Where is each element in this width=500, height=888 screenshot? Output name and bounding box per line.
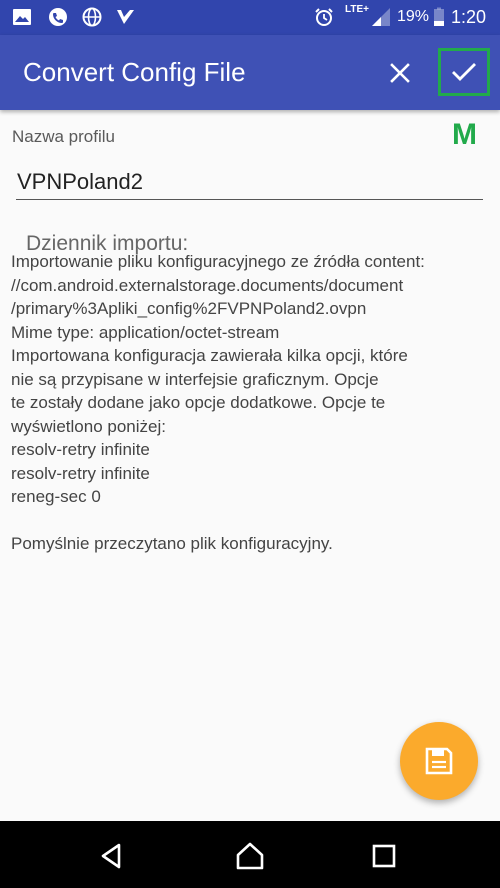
marker-label: M <box>452 118 477 151</box>
log-line: /primary%3Apliki_config%2FVPNPoland2.ovp… <box>11 299 367 318</box>
clock: 1:20 <box>451 7 487 27</box>
log-line: nie są przypisane w interfejsie graficzn… <box>11 369 379 389</box>
save-icon <box>425 747 453 775</box>
close-icon <box>390 63 410 83</box>
image-icon <box>13 9 31 25</box>
battery-percent: 19% <box>397 8 430 25</box>
globe-icon <box>82 7 102 27</box>
navigation-bar <box>0 821 500 888</box>
back-icon[interactable] <box>95 839 129 873</box>
log-line: resolv-retry infinite <box>11 463 150 483</box>
recents-icon[interactable] <box>367 839 401 873</box>
log-line: Importowana konfiguracja zawierała kilka… <box>11 346 408 365</box>
profile-name-label: Nazwa profilu <box>12 127 115 146</box>
status-bar: LTE+ 19% 1:20 <box>0 0 500 35</box>
log-line: Mime type: application/octet-stream <box>11 322 280 342</box>
home-icon[interactable] <box>233 839 267 873</box>
phone-icon <box>49 8 67 26</box>
import-log: Importowanie pliku konfiguracyjnego ze ź… <box>11 250 491 556</box>
log-line: Pomyślnie przeczytano plik konfiguracyjn… <box>11 534 333 553</box>
log-line: wyświetlono poniżej: <box>11 416 166 436</box>
alarm-icon <box>315 8 333 26</box>
log-line: Importowanie pliku konfiguracyjnego ze ź… <box>11 252 425 271</box>
confirm-button[interactable] <box>438 48 490 96</box>
log-line: //com.android.externalstorage.documents/… <box>11 275 404 295</box>
battery-icon <box>434 7 444 26</box>
log-line: reneg-sec 0 <box>11 487 101 506</box>
check-icon <box>452 63 476 81</box>
close-button[interactable] <box>381 54 419 92</box>
signal-icon <box>372 8 390 26</box>
checkmark-app-icon <box>117 10 134 24</box>
page-title: Convert Config File <box>23 57 246 87</box>
save-fab-button[interactable] <box>400 722 478 800</box>
profile-name-input[interactable] <box>16 165 483 200</box>
log-line: te zostały dodane jako opcje dodatkowe. … <box>11 393 386 412</box>
log-line: resolv-retry infinite <box>11 440 150 459</box>
network-type: LTE+ <box>345 4 369 15</box>
app-bar: Convert Config File <box>0 35 500 110</box>
